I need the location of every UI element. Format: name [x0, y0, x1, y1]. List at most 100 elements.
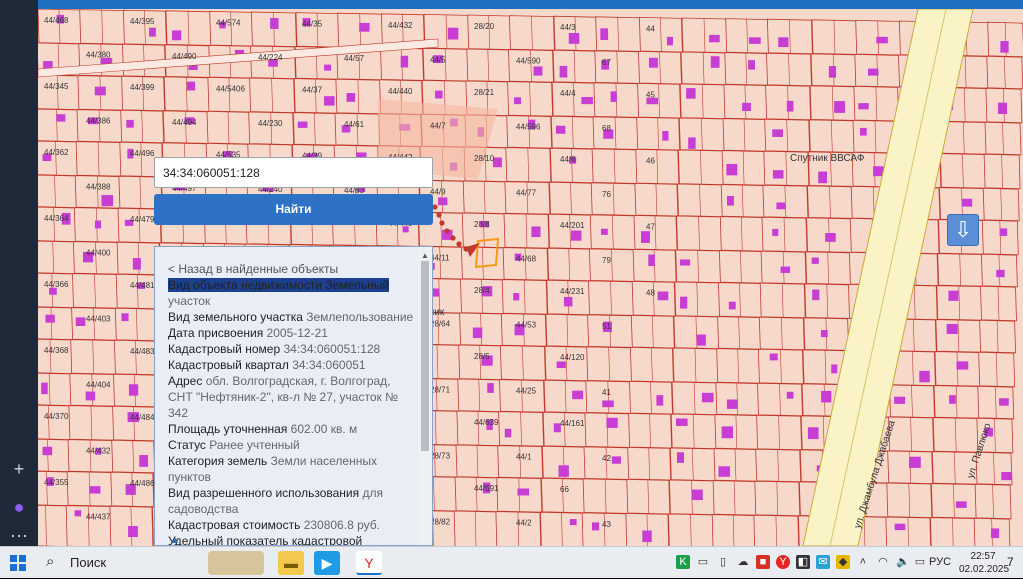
more-icon[interactable]: ⋯ — [8, 525, 30, 547]
file-explorer-icon[interactable]: ▬ — [278, 551, 304, 575]
building — [999, 228, 1008, 236]
parcel-number: 51 — [602, 322, 611, 331]
yandex-browser-icon[interactable]: Y — [356, 551, 382, 575]
building — [504, 428, 512, 438]
building — [955, 501, 967, 508]
display-icon[interactable]: ▭ — [696, 555, 710, 569]
clock[interactable]: 22:57 02.02.2025 — [959, 550, 1009, 576]
building — [876, 36, 888, 44]
start-windows-icon[interactable] — [10, 555, 26, 571]
parcel-number: 44/2 — [516, 519, 532, 528]
cadastral-search-input[interactable]: 34:34:060051:128 — [154, 157, 433, 188]
scroll-up-icon[interactable]: ▲ — [421, 251, 429, 260]
building — [742, 102, 751, 112]
parcel-number: 44/68 — [516, 255, 537, 264]
parcel-number: 44/120 — [560, 353, 585, 362]
building — [961, 198, 973, 207]
parcel-number: 28/21 — [474, 88, 495, 97]
info-row-value: 2005-12-21 — [266, 326, 328, 340]
building — [709, 34, 720, 43]
volume-icon[interactable]: 🔈 — [896, 555, 910, 569]
phone-link-icon[interactable]: ▯ — [716, 555, 730, 569]
building — [132, 258, 141, 270]
building — [858, 103, 869, 110]
parcel-number: 44/345 — [44, 82, 69, 91]
kaspersky-icon[interactable]: K — [676, 555, 690, 569]
building — [324, 64, 332, 71]
building — [828, 66, 837, 78]
parcel — [38, 438, 70, 473]
plus-icon[interactable]: + — [8, 458, 30, 480]
parcel-number: 44/61 — [344, 120, 365, 129]
cadastral-map[interactable]: 44/468 44/345 44/362 44/364 44/366 44/368 44/3… — [38, 0, 1023, 546]
back-to-results-link[interactable]: < Назад в найденные объекты — [168, 261, 418, 277]
parcel — [38, 240, 76, 275]
notification-count: 7 — [1007, 555, 1014, 569]
battery-icon[interactable]: ▭ — [913, 555, 927, 569]
building — [666, 36, 673, 46]
building — [956, 361, 969, 370]
parcel-number: 44/395 — [130, 17, 155, 26]
building — [776, 202, 786, 210]
recorder-icon[interactable]: ■ — [756, 555, 770, 569]
building — [894, 523, 906, 531]
parcel-number: 44/432 — [86, 447, 111, 456]
building — [821, 390, 832, 403]
building — [600, 228, 608, 235]
yellow-app-icon[interactable]: ◆ — [836, 555, 850, 569]
app-tray-icon[interactable]: ◧ — [796, 555, 810, 569]
media-player-icon[interactable]: ▶ — [314, 551, 340, 575]
building — [726, 399, 738, 409]
chevron-up-icon[interactable]: ˄ — [856, 555, 870, 569]
find-button[interactable]: Найти — [154, 194, 433, 225]
parcel-number: 44/496 — [130, 149, 155, 158]
collapse-arrow-icon[interactable]: ▲ — [170, 535, 180, 545]
building — [74, 510, 82, 517]
download-arrow-button[interactable]: ⇩ — [947, 214, 979, 246]
taskbar-search[interactable]: ⌕ Поиск — [44, 551, 266, 575]
assistant-icon[interactable]: ● — [8, 496, 30, 518]
parcel-number: 44/481 — [130, 281, 155, 290]
parcel-number: 44/6 — [560, 155, 576, 164]
building — [859, 127, 867, 136]
parcel-number: 44/437 — [86, 513, 111, 522]
building — [811, 257, 819, 264]
language-indicator[interactable]: РУС — [929, 556, 951, 568]
building — [555, 125, 566, 134]
parcel-number: 44/37 — [302, 86, 323, 95]
messenger-icon[interactable]: ✉ — [816, 555, 830, 569]
building — [772, 129, 784, 137]
building — [447, 27, 459, 40]
info-row-value: 602.00 кв. м — [290, 422, 358, 436]
parcel-number: 44/399 — [130, 83, 155, 92]
route-dot — [432, 204, 438, 210]
building — [572, 390, 584, 400]
info-content: < Назад в найденные объекты Вид объекта … — [168, 261, 418, 545]
cloud-icon[interactable]: ☁ — [736, 555, 750, 569]
info-scrollbar[interactable]: ▲ — [418, 247, 432, 545]
building — [1000, 41, 1009, 53]
parcel-number: 28/82 — [430, 517, 451, 526]
building — [948, 290, 959, 301]
parcel-number: 44/224 — [258, 53, 283, 62]
building — [85, 391, 96, 401]
parcel-number: 44/77 — [516, 189, 537, 198]
system-tray: K ▭ ▯ ☁ ■ Y ◧ ✉ ◆ ˄ ◠ 🔈 ▭ РУС 22:57 02.0… — [663, 547, 1023, 579]
building — [691, 489, 703, 501]
parcel-number: 44/3 — [560, 23, 576, 32]
wifi-icon[interactable]: ◠ — [876, 555, 890, 569]
building — [946, 323, 958, 335]
building — [569, 519, 577, 526]
info-row: Категория земель Земли населенных пункто… — [168, 453, 418, 485]
taskbar-search-label: Поиск — [70, 555, 107, 570]
info-row: Дата присвоения 2005-12-21 — [168, 325, 418, 341]
parcel-number: 44/355 — [44, 478, 69, 487]
parcel-number: 44/494 — [172, 118, 197, 127]
parcel-number: 44/483 — [130, 347, 155, 356]
info-row-label: Вид объекта недвижимости Земельный — [168, 278, 390, 292]
notifications-icon[interactable]: 7 — [1007, 555, 1014, 569]
yandex-tray-icon[interactable]: Y — [776, 555, 790, 569]
marmot-widget-icon — [208, 551, 264, 575]
scroll-thumb[interactable] — [421, 261, 429, 451]
building — [786, 100, 794, 112]
